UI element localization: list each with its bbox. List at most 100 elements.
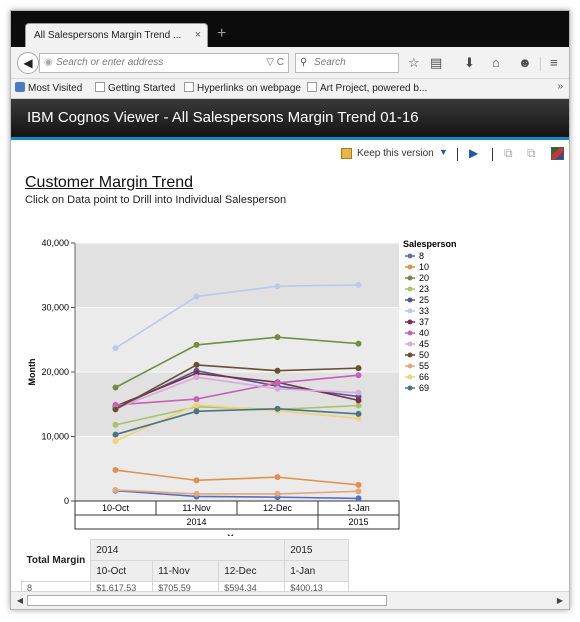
data-point[interactable] [355,389,362,396]
total-margin-crosstab: Total Margin 2014 2015 10-Oct 11-Nov 12-… [20,539,350,594]
data-point[interactable] [193,401,200,408]
browser-tab[interactable]: All Salespersons Margin Trend ... × [25,23,208,47]
data-point[interactable] [112,487,119,494]
reading-list-icon[interactable]: ▤ [430,55,442,71]
drill-down-icon[interactable]: ⧉ [504,146,513,161]
data-point[interactable] [274,405,281,412]
scroll-left-icon[interactable]: ◀ [13,594,27,607]
data-point[interactable] [274,474,281,481]
chevron-down-icon[interactable]: ▼ [439,147,448,157]
crosstab-month-header[interactable]: 10-Oct [90,560,154,582]
legend-item: 33 [419,306,429,316]
bookmark-art-project[interactable]: Art Project, powered b... [307,82,427,94]
home-icon[interactable]: ⌂ [492,55,500,70]
data-point[interactable] [274,367,281,374]
data-point[interactable] [355,402,362,409]
chart-options-icon[interactable] [551,147,564,160]
scroll-right-icon[interactable]: ▶ [553,594,567,607]
address-placeholder: Search or enter address [56,57,164,68]
data-point[interactable] [112,431,119,438]
bookmarks-overflow-icon[interactable]: » [557,81,563,92]
horizontal-scrollbar[interactable]: ◀ ▶ [11,591,569,609]
run-icon[interactable]: ▶ [469,146,478,160]
bookmark-label: Getting Started [108,83,176,94]
legend-item: 69 [419,383,429,393]
x-tick-label: 1-Jan [347,503,370,513]
bookmark-most-visited[interactable]: Most Visited [15,82,82,94]
data-point[interactable] [112,384,119,391]
legend-swatch-marker [407,363,413,369]
crosstab-month-header[interactable]: 12-Dec [218,560,286,582]
legend-item: 10 [419,262,429,272]
data-point[interactable] [355,365,362,372]
data-point[interactable] [193,341,200,348]
viewer-title: IBM Cognos Viewer - All Salespersons Mar… [11,99,569,137]
menu-icon[interactable]: ≡ [550,55,558,70]
report-title[interactable]: Customer Margin Trend [25,174,193,192]
save-version-icon[interactable] [341,148,352,159]
browser-window: All Salespersons Margin Trend ... × + ◀ … [10,10,570,610]
legend-swatch-marker [407,330,413,336]
data-point[interactable] [112,345,119,352]
data-point[interactable] [355,488,362,495]
nav-toolbar-icons: ☆ ▤ ⬇ ⌂ ☻ ≡ [406,55,566,73]
x-year-label: 2014 [186,517,206,527]
data-point[interactable] [112,467,119,474]
back-arrow-icon[interactable]: ◀ [17,52,39,74]
data-point[interactable] [193,396,200,403]
data-point[interactable] [193,477,200,484]
data-point[interactable] [355,495,362,502]
data-point[interactable] [193,408,200,415]
data-point[interactable] [112,406,119,413]
data-point[interactable] [193,361,200,368]
data-point[interactable] [274,385,281,392]
data-point[interactable] [274,334,281,341]
legend-item: 40 [419,328,429,338]
legend-item: 37 [419,317,429,327]
new-tab-button[interactable]: + [217,25,226,43]
y-tick-label: 30,000 [41,303,69,313]
close-tab-icon[interactable]: × [195,29,201,41]
data-point[interactable] [193,293,200,300]
tab-title: All Salespersons Margin Trend ... [34,30,182,41]
legend-title: Salesperson [403,239,457,249]
data-point[interactable] [112,421,119,428]
folder-icon [15,82,25,92]
data-point[interactable] [193,374,200,381]
data-point[interactable] [355,410,362,417]
chat-icon[interactable]: ☻ [518,55,532,70]
bookmark-hyperlinks[interactable]: Hyperlinks on webpage [184,82,301,94]
data-point[interactable] [274,490,281,497]
data-point[interactable] [355,340,362,347]
data-point[interactable] [355,372,362,379]
crosstab-month-header[interactable]: 11-Nov [152,560,220,582]
legend-swatch-marker [407,275,413,281]
scrollbar-thumb[interactable] [27,595,387,606]
data-point[interactable] [355,397,362,404]
chart-legend: Salesperson 8102023253337404550556669 [403,239,457,393]
data-point[interactable] [193,490,200,497]
download-icon[interactable]: ⬇ [464,55,475,71]
legend-item: 23 [419,284,429,294]
crosstab-month-header[interactable]: 1-Jan [284,560,350,582]
data-point[interactable] [355,281,362,288]
y-tick-label: 20,000 [41,367,69,377]
keep-version-button[interactable]: Keep this version [357,148,434,159]
data-point[interactable] [112,438,119,445]
search-input[interactable]: ⚲ Search [295,53,399,73]
address-bar[interactable]: ◉ Search or enter address ▽ C [39,53,289,73]
reload-icon[interactable]: ▽ C [266,54,284,72]
bookmark-label: Hyperlinks on webpage [197,83,301,94]
data-point[interactable] [274,283,281,290]
data-point[interactable] [274,379,281,386]
data-point[interactable] [355,481,362,488]
crosstab-year-header[interactable]: 2014 [90,539,286,561]
header-accent-line [11,137,569,140]
bookmark-star-icon[interactable]: ☆ [408,55,420,71]
crosstab-year-header[interactable]: 2015 [284,539,350,561]
drill-up-icon[interactable]: ⧉ [527,146,536,161]
legend-item: 8 [419,251,424,261]
legend-swatch-marker [407,308,413,314]
legend-swatch-marker [407,297,413,303]
bookmark-getting-started[interactable]: Getting Started [95,82,175,94]
